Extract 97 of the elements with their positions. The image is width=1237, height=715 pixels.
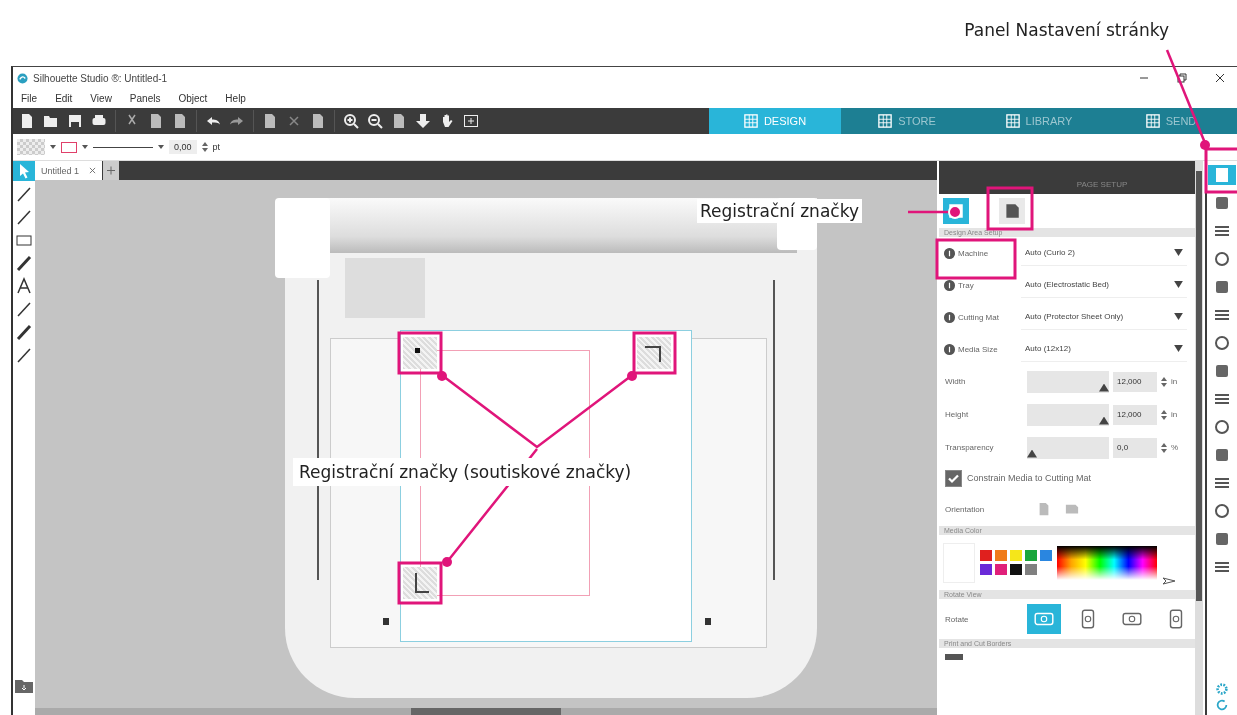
- zoom-out-icon[interactable]: [367, 113, 383, 129]
- new-document-icon[interactable]: [19, 113, 35, 129]
- open-folder-icon[interactable]: [43, 113, 59, 129]
- field-label: Height: [945, 410, 970, 419]
- number-field[interactable]: 12,000: [1113, 371, 1157, 392]
- slider[interactable]: [1027, 370, 1109, 393]
- menu-item[interactable]: View: [90, 93, 112, 104]
- callout-frame: [397, 561, 443, 605]
- scroll-thumb[interactable]: [1196, 171, 1202, 601]
- unit-label: in: [1171, 377, 1178, 386]
- callout-frame: [1204, 147, 1237, 194]
- document-tab[interactable]: Untitled 1: [35, 161, 103, 180]
- caret-icon: [1174, 281, 1183, 288]
- save-icon[interactable]: [67, 113, 83, 129]
- field-label: Media Size: [958, 344, 999, 354]
- zoom-box-icon[interactable]: [463, 113, 479, 129]
- library-folder-icon[interactable]: [14, 678, 34, 694]
- field-label: Cutting Mat: [958, 312, 1000, 322]
- add-tab-icon[interactable]: [103, 161, 120, 180]
- caret-icon[interactable]: [158, 144, 164, 150]
- step-circle-icon: [944, 343, 955, 355]
- grid-icon: [1005, 114, 1020, 128]
- grid-icon: [1145, 114, 1160, 128]
- window-title: Silhouette Studio ®: Untitled-1: [33, 72, 168, 84]
- caret-icon[interactable]: [82, 144, 88, 150]
- step-circle-icon: [944, 311, 955, 323]
- grid-icon: [878, 114, 893, 128]
- number-field[interactable]: 12,000: [1113, 404, 1157, 425]
- document-icon: [1003, 202, 1021, 220]
- unit-label: pt: [212, 142, 221, 152]
- color-swatch[interactable]: [1010, 550, 1022, 561]
- color-swatch[interactable]: [1010, 564, 1022, 575]
- slider[interactable]: [1027, 403, 1109, 426]
- border-swatch[interactable]: [945, 654, 963, 660]
- restore-icon[interactable]: [1177, 73, 1187, 83]
- line-style-selector[interactable]: [93, 146, 153, 148]
- caret-icon: [1174, 345, 1183, 352]
- callout-label: Panel Nastavení stránky: [964, 20, 1169, 40]
- field-label: Transparency: [945, 443, 995, 452]
- field-label: Orientation: [945, 504, 986, 514]
- registration-marks-tab[interactable]: [999, 198, 1025, 224]
- color-swatch[interactable]: [1040, 550, 1052, 561]
- menu-item[interactable]: Edit: [55, 93, 73, 104]
- mat-marker: [383, 618, 389, 625]
- refresh-icon[interactable]: [1215, 698, 1229, 712]
- callout-label: Registrační značky: [697, 199, 862, 223]
- checkbox[interactable]: [945, 469, 962, 487]
- color-swatch[interactable]: [995, 564, 1007, 575]
- grid-icon: [743, 114, 758, 128]
- step-circle-icon: [944, 279, 955, 291]
- registration-mark: [403, 337, 437, 369]
- eyedropper-icon[interactable]: [1162, 577, 1176, 585]
- color-spectrum[interactable]: [1057, 545, 1157, 580]
- spinner-icon[interactable]: [1161, 408, 1167, 421]
- callout-frame: [632, 331, 677, 375]
- line-color-swatch[interactable]: [61, 141, 77, 153]
- registration-mark: [637, 337, 671, 369]
- unit-label: %: [1171, 443, 1179, 452]
- menu-item[interactable]: File: [21, 93, 38, 104]
- color-swatch[interactable]: [980, 564, 992, 575]
- line-width-field[interactable]: 0,00: [169, 140, 197, 154]
- caret-icon[interactable]: [50, 144, 56, 150]
- slider[interactable]: [1027, 436, 1109, 459]
- field-label: Tray: [958, 280, 975, 290]
- spinner-icon[interactable]: [201, 141, 208, 153]
- spinner-icon[interactable]: [1161, 375, 1167, 388]
- checkbox-label: Constrain Media to Cutting Mat: [967, 473, 1092, 483]
- caret-icon: [1174, 249, 1183, 256]
- color-swatch[interactable]: [995, 550, 1007, 561]
- fill-swatch[interactable]: [17, 139, 45, 155]
- copy-icon[interactable]: [148, 113, 164, 129]
- color-swatch[interactable]: [1025, 550, 1037, 561]
- number-field[interactable]: 0,0: [1113, 437, 1157, 458]
- menu-item[interactable]: Help: [225, 93, 246, 104]
- settings-icon[interactable]: [1215, 682, 1229, 696]
- field-label: Rotate: [945, 614, 970, 624]
- menu-item[interactable]: Panels: [129, 93, 161, 104]
- callout-frame: [397, 331, 443, 375]
- scroll-thumb[interactable]: [411, 708, 561, 715]
- app-logo-icon: [17, 72, 28, 84]
- paste-icon[interactable]: [172, 113, 188, 129]
- mat-marker: [705, 618, 711, 625]
- down-arrow-icon[interactable]: [415, 113, 431, 129]
- field-label: Width: [945, 377, 967, 386]
- color-swatch[interactable]: [980, 550, 992, 561]
- close-icon[interactable]: [1215, 73, 1225, 83]
- spinner-icon[interactable]: [1161, 441, 1167, 454]
- registration-mark: [403, 567, 437, 599]
- panel-title: PAGE SETUP: [1075, 180, 1128, 191]
- caret-icon: [1174, 313, 1183, 320]
- callout-frame: [986, 186, 1034, 231]
- unit-label: in: [1171, 410, 1178, 419]
- step-circle-icon: [944, 247, 955, 259]
- color-swatch[interactable]: [1025, 564, 1037, 575]
- menu-item[interactable]: Object: [178, 93, 208, 104]
- zoom-in-icon[interactable]: [343, 113, 359, 129]
- field-label: Machine: [958, 248, 990, 258]
